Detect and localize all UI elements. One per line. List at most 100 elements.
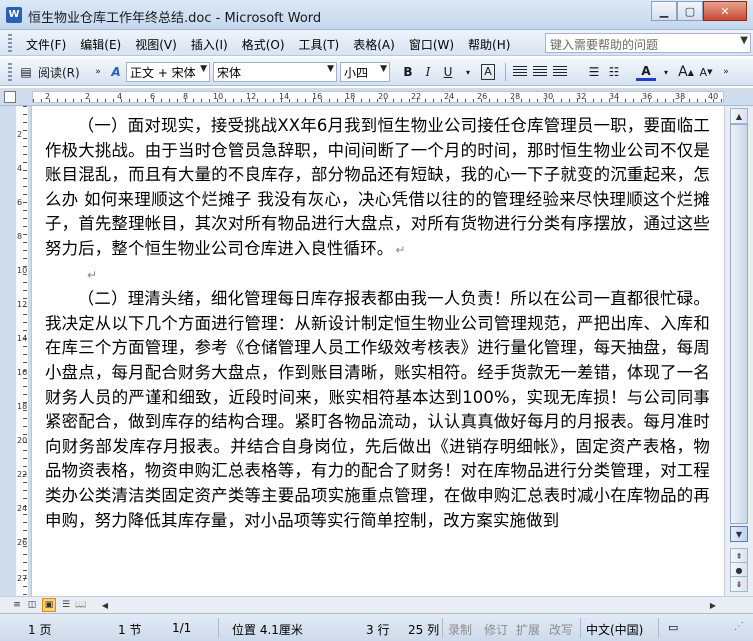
menu-window[interactable]: 窗口(W) [403, 34, 460, 55]
bold-button[interactable]: B [398, 62, 418, 82]
scroll-left-button[interactable]: ◀ [98, 598, 112, 612]
window-controls: ▁ ▢ ✕ [651, 1, 747, 21]
minimize-button[interactable]: ▁ [651, 1, 677, 21]
styles-pane-icon[interactable]: A [106, 62, 126, 82]
align-justify-button[interactable] [510, 62, 530, 82]
resize-grip-icon[interactable]: ⋰ [734, 621, 744, 632]
ruler-label: 8 [183, 92, 189, 101]
chevron-right-icon[interactable]: » [716, 62, 736, 82]
font-select[interactable]: 宋体 ▼ [213, 62, 337, 82]
menu-table[interactable]: 表格(A) [347, 34, 401, 55]
help-placeholder: 键入需要帮助的问题 [550, 38, 659, 52]
status-divider [658, 618, 659, 638]
bullets-button[interactable]: ☷ [604, 62, 624, 82]
vruler-label: 14 [17, 334, 28, 343]
vertical-ruler[interactable]: 2 4 6 8 10 12 14 16 18 20 22 24 26 27 [0, 106, 32, 596]
align-right-button[interactable] [550, 62, 570, 82]
vruler-label: 27 [17, 574, 28, 583]
reading-mode-button[interactable]: 阅读(R) [36, 62, 82, 82]
view-bar: ≡ ◫ ▣ ☰ 📖 ◀ ▶ [0, 596, 753, 613]
print-layout-icon[interactable]: ▣ [42, 598, 56, 612]
grow-font-button[interactable]: A ▲ [676, 62, 696, 82]
reading-view-icon[interactable]: 📖 [74, 598, 88, 612]
close-button[interactable]: ✕ [703, 1, 747, 21]
status-language[interactable]: 中文(中国) [586, 621, 643, 638]
toolbar-divider [505, 63, 506, 81]
toolbar-grip[interactable] [8, 63, 12, 81]
status-overtype[interactable]: 改写 [549, 621, 573, 638]
menu-view[interactable]: 视图(V) [129, 34, 183, 55]
align-group [510, 62, 570, 82]
word-app-icon[interactable]: W [6, 7, 22, 23]
status-divider [442, 618, 443, 638]
status-track-changes[interactable]: 修订 [484, 621, 508, 638]
ruler-label: 38 [675, 92, 686, 101]
font-size-select[interactable]: 小四 ▼ [340, 62, 390, 82]
menu-format[interactable]: 格式(O) [236, 34, 291, 55]
ruler-label: 32 [576, 92, 587, 101]
font-color-button[interactable]: A [636, 63, 656, 81]
empty-paragraph[interactable]: ↵ [45, 263, 710, 288]
status-divider [580, 618, 581, 638]
font-color-group: A ▾ A ▲ A ▼ » [636, 62, 736, 82]
scroll-down-button[interactable]: ▼ [730, 526, 748, 542]
vruler-label: 16 [17, 368, 28, 377]
normal-view-icon[interactable]: ≡ [10, 598, 24, 612]
toolbar-grip[interactable] [8, 34, 12, 52]
menu-help[interactable]: 帮助(H) [462, 34, 516, 55]
chevron-down-icon[interactable]: ▼ [740, 35, 748, 46]
status-section: 1 节 [118, 623, 142, 637]
status-record[interactable]: 录制 [448, 621, 472, 638]
scroll-up-button[interactable]: ▲ [730, 108, 748, 124]
shrink-font-button[interactable]: A ▼ [696, 62, 716, 82]
next-page-button[interactable]: ⇟ [730, 576, 748, 592]
tab-selector[interactable] [4, 91, 16, 103]
spelling-status-icon[interactable]: ▭ [668, 621, 678, 634]
web-view-icon[interactable]: ◫ [25, 598, 39, 612]
ruler-label: 14 [279, 92, 290, 101]
ruler-label: 20 [378, 92, 389, 101]
paragraph-1-text: （一）面对现实，接受挑战XX年6月我到恒生物业公司接任仓库管理员一职，要面临工作… [45, 116, 710, 258]
vertical-ruler-track[interactable] [16, 106, 28, 596]
outline-view-icon[interactable]: ☰ [59, 598, 73, 612]
paragraph-mark-icon: ↵ [395, 242, 406, 257]
menu-insert[interactable]: 插入(I) [185, 34, 234, 55]
style-select[interactable]: 正文 + 宋体 ▼ [126, 62, 210, 82]
grow-font-label: A [678, 64, 688, 80]
scroll-right-button[interactable]: ▶ [706, 598, 720, 612]
menu-file[interactable]: 文件(F) [20, 34, 72, 55]
chevron-down-icon[interactable]: ▾ [656, 62, 676, 82]
align-center-button[interactable] [530, 62, 550, 82]
vruler-label: 8 [17, 232, 23, 241]
chevron-down-icon[interactable]: ▼ [380, 64, 387, 74]
help-search-input[interactable]: 键入需要帮助的问题 ▼ [545, 33, 751, 53]
ruler-track[interactable]: 2 2 4 6 8 10 12 14 16 18 20 22 24 26 28 … [32, 91, 724, 103]
window-title: 恒生物业仓库工作年终总结.doc - Microsoft Word [28, 11, 322, 26]
chevron-down-icon[interactable]: ▾ [458, 62, 478, 82]
document-page[interactable]: （一）面对现实，接受挑战XX年6月我到恒生物业公司接任仓库管理员一职，要面临工作… [32, 106, 724, 596]
vruler-label: 26 [17, 538, 28, 547]
italic-button[interactable]: I [418, 62, 438, 82]
chevron-down-icon[interactable]: ▼ [200, 64, 207, 74]
maximize-button[interactable]: ▢ [677, 1, 703, 21]
status-line: 3 行 [366, 623, 390, 637]
vruler-label: 10 [17, 266, 28, 275]
menu-edit[interactable]: 编辑(E) [74, 34, 127, 55]
vertical-scrollbar[interactable]: ▲ ▼ ⇞ ● ⇟ [724, 106, 753, 596]
document-body[interactable]: （一）面对现实，接受挑战XX年6月我到恒生物业公司接任仓库管理员一职，要面临工作… [45, 114, 710, 533]
menu-tools[interactable]: 工具(T) [293, 34, 346, 55]
font-size-value: 小四 [344, 66, 369, 80]
horizontal-ruler[interactable]: 2 2 4 6 8 10 12 14 16 18 20 22 24 26 28 … [0, 88, 753, 106]
paragraph-2[interactable]: （二）理清头绪，细化管理每日库存报表都由我一人负责！所以在公司一直都很忙碌。我决… [45, 287, 710, 533]
ruler-label: 34 [609, 92, 620, 101]
paragraph-1[interactable]: （一）面对现实，接受挑战XX年6月我到恒生物业公司接任仓库管理员一职，要面临工作… [45, 114, 710, 263]
char-border-button[interactable]: A [478, 62, 498, 82]
status-pages: 1/1 [172, 621, 192, 635]
status-extend[interactable]: 扩展 [516, 621, 540, 638]
underline-button[interactable]: U [438, 62, 458, 82]
scrollbar-thumb[interactable] [730, 124, 748, 524]
chevron-right-icon[interactable]: » [88, 62, 108, 82]
chevron-down-icon[interactable]: ▼ [327, 64, 334, 74]
char-format-group: B I U ▾ A [398, 62, 498, 82]
numbering-button[interactable]: ☰ [584, 62, 604, 82]
